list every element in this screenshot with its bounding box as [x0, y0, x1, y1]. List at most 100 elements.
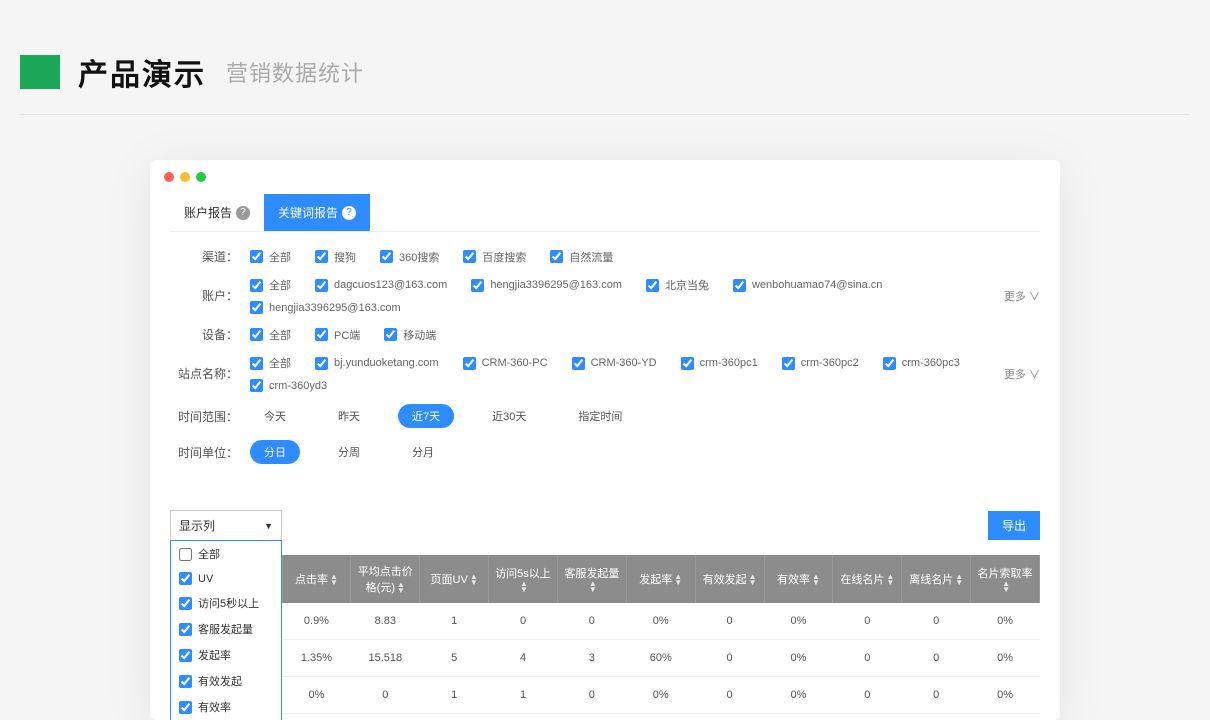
column-option[interactable]: 访问5秒以上	[171, 590, 281, 616]
column-option[interactable]: UV	[171, 567, 281, 590]
checkbox-input[interactable]	[550, 250, 563, 263]
sort-icon[interactable]: ▲▼	[397, 582, 405, 594]
filter-checkbox[interactable]: CRM-360-PC	[463, 357, 548, 370]
export-button[interactable]: 导出	[988, 511, 1040, 540]
filter-checkbox[interactable]: 全部	[250, 355, 291, 371]
minimize-icon[interactable]	[180, 172, 190, 182]
time-pill[interactable]: 昨天	[324, 404, 374, 428]
table-header-cell[interactable]: 页面UV▲▼	[420, 555, 489, 603]
checkbox-input[interactable]	[463, 357, 476, 370]
table-header-cell[interactable]: 有效率▲▼	[764, 555, 833, 603]
checkbox-input[interactable]	[572, 357, 585, 370]
time-pill[interactable]: 分周	[324, 440, 374, 464]
time-pill[interactable]: 近30天	[478, 404, 540, 428]
time-pill[interactable]: 今天	[250, 404, 300, 428]
table-header-cell[interactable]: 发起率▲▼	[626, 555, 695, 603]
checkbox-input[interactable]	[681, 357, 694, 370]
checkbox-input[interactable]	[315, 328, 328, 341]
table-header-cell[interactable]: 在线名片▲▼	[833, 555, 902, 603]
sort-icon[interactable]: ▲▼	[674, 574, 682, 586]
time-pill[interactable]: 近7天	[398, 404, 454, 428]
filter-checkbox[interactable]: 全部	[250, 327, 291, 343]
filter-checkbox[interactable]: 北京当兔	[646, 277, 709, 293]
table-header-cell[interactable]: 点击率▲▼	[282, 555, 351, 603]
sort-icon[interactable]: ▲▼	[470, 574, 478, 586]
checkbox-input[interactable]	[179, 649, 192, 662]
filter-checkbox[interactable]: bj.yunduoketang.com	[315, 357, 439, 370]
checkbox-input[interactable]	[179, 675, 192, 688]
filter-checkbox[interactable]: dagcuos123@163.com	[315, 279, 447, 292]
close-icon[interactable]	[164, 172, 174, 182]
filter-checkbox[interactable]: wenbohuamao74@sina.cn	[733, 279, 882, 292]
checkbox-input[interactable]	[315, 279, 328, 292]
table-header-cell[interactable]: 平均点击价格(元)▲▼	[351, 555, 420, 603]
tab-keyword-report[interactable]: 关键词报告 ?	[264, 194, 370, 231]
checkbox-input[interactable]	[179, 597, 192, 610]
checkbox-input[interactable]	[883, 357, 896, 370]
checkbox-input[interactable]	[179, 548, 192, 561]
filter-checkbox[interactable]: 全部	[250, 249, 291, 265]
tab-account-report[interactable]: 账户报告 ?	[170, 194, 264, 231]
table-header-cell[interactable]: 客服发起量▲▼	[557, 555, 626, 603]
checkbox-input[interactable]	[380, 250, 393, 263]
filter-checkbox[interactable]: crm-360yd3	[250, 379, 327, 392]
checkbox-input[interactable]	[250, 328, 263, 341]
checkbox-input[interactable]	[782, 357, 795, 370]
sort-icon[interactable]: ▲▼	[330, 574, 338, 586]
checkbox-label: 北京当兔	[665, 277, 709, 293]
column-option[interactable]: 客服发起量	[171, 616, 281, 642]
filter-checkbox[interactable]: 移动端	[384, 327, 436, 343]
filter-checkbox[interactable]: hengjia3396295@163.com	[250, 301, 401, 314]
time-pill[interactable]: 分月	[398, 440, 448, 464]
checkbox-input[interactable]	[250, 250, 263, 263]
table-header-cell[interactable]: 访问5s以上▲▼	[489, 555, 558, 603]
filter-checkbox[interactable]: 搜狗	[315, 249, 356, 265]
checkbox-input[interactable]	[384, 328, 397, 341]
more-toggle[interactable]: 更多 ∨	[1004, 288, 1040, 304]
checkbox-input[interactable]	[250, 301, 263, 314]
filter-checkbox[interactable]: 自然流量	[550, 249, 613, 265]
maximize-icon[interactable]	[196, 172, 206, 182]
checkbox-input[interactable]	[250, 357, 263, 370]
checkbox-input[interactable]	[646, 279, 659, 292]
filter-checkbox[interactable]: 全部	[250, 277, 291, 293]
checkbox-input[interactable]	[315, 357, 328, 370]
column-option[interactable]: 全部	[171, 541, 281, 567]
checkbox-input[interactable]	[733, 279, 746, 292]
column-select[interactable]: 显示列 ▼	[170, 510, 282, 541]
checkbox-input[interactable]	[179, 701, 192, 714]
table-header-cell[interactable]: 名片索取率▲▼	[971, 555, 1040, 603]
column-option[interactable]: 有效率	[171, 694, 281, 720]
filter-checkbox[interactable]: 百度搜索	[463, 249, 526, 265]
sort-icon[interactable]: ▲▼	[955, 574, 963, 586]
filter-checkbox[interactable]: crm-360pc2	[782, 357, 859, 370]
checkbox-input[interactable]	[463, 250, 476, 263]
help-icon[interactable]: ?	[342, 206, 356, 220]
sort-icon[interactable]: ▲▼	[812, 574, 820, 586]
checkbox-input[interactable]	[250, 379, 263, 392]
checkbox-input[interactable]	[250, 279, 263, 292]
help-icon[interactable]: ?	[236, 206, 250, 220]
filter-checkbox[interactable]: 360搜索	[380, 249, 439, 265]
filter-checkbox[interactable]: hengjia3396295@163.com	[471, 279, 622, 292]
sort-icon[interactable]: ▲▼	[1002, 581, 1010, 593]
filter-checkbox[interactable]: crm-360pc3	[883, 357, 960, 370]
table-header-cell[interactable]: 有效发起▲▼	[695, 555, 764, 603]
filter-checkbox[interactable]: CRM-360-YD	[572, 357, 657, 370]
column-option[interactable]: 有效发起	[171, 668, 281, 694]
table-header-cell[interactable]: 离线名片▲▼	[902, 555, 971, 603]
column-option[interactable]: 发起率	[171, 642, 281, 668]
checkbox-input[interactable]	[179, 623, 192, 636]
more-toggle[interactable]: 更多 ∨	[1004, 366, 1040, 382]
checkbox-input[interactable]	[179, 572, 192, 585]
sort-icon[interactable]: ▲▼	[886, 574, 894, 586]
checkbox-input[interactable]	[471, 279, 484, 292]
sort-icon[interactable]: ▲▼	[520, 581, 528, 593]
sort-icon[interactable]: ▲▼	[589, 581, 597, 593]
filter-checkbox[interactable]: PC端	[315, 327, 360, 343]
time-pill[interactable]: 指定时间	[564, 404, 636, 428]
filter-checkbox[interactable]: crm-360pc1	[681, 357, 758, 370]
sort-icon[interactable]: ▲▼	[749, 574, 757, 586]
time-pill[interactable]: 分日	[250, 440, 300, 464]
checkbox-input[interactable]	[315, 250, 328, 263]
